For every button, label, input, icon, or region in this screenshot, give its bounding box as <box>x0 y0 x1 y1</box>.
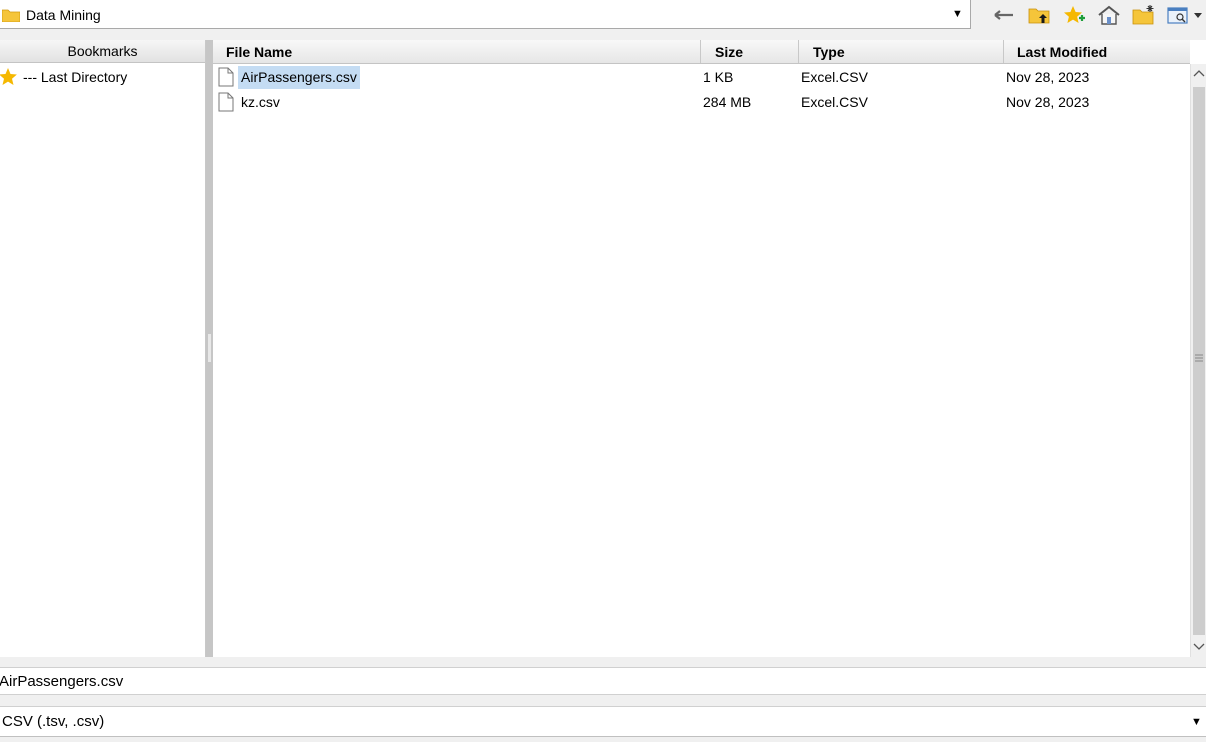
dropdown-arrow-icon[interactable]: ▼ <box>1191 716 1202 728</box>
file-size-cell: 1 KB <box>703 69 734 85</box>
table-row[interactable]: kz.csv 284 MB Excel.CSV Nov 28, 2023 <box>213 90 1190 115</box>
parent-folder-icon[interactable] <box>1027 4 1051 26</box>
file-name-cell[interactable]: kz.csv <box>238 90 283 115</box>
star-icon <box>0 68 17 85</box>
folder-icon <box>2 9 20 22</box>
file-name-cell[interactable]: AirPassengers.csv <box>238 66 360 89</box>
scroll-thumb[interactable] <box>1193 87 1205 635</box>
filetype-selected: CSV (.tsv, .csv) <box>2 713 105 730</box>
file-list-pane: File Name Size Type Last Modified AirPas… <box>213 40 1206 657</box>
scroll-down-icon[interactable] <box>1191 637 1206 657</box>
splitter-grip[interactable] <box>208 334 211 362</box>
column-header-file-name[interactable]: File Name <box>213 40 701 63</box>
bookmark-last-directory[interactable]: --- Last Directory <box>23 67 127 87</box>
file-icon <box>218 92 234 112</box>
table-row[interactable]: AirPassengers.csv 1 KB Excel.CSV Nov 28,… <box>213 65 1190 90</box>
dropdown-arrow-icon[interactable]: ▼ <box>952 8 963 20</box>
view-options-icon[interactable] <box>1166 4 1206 26</box>
file-type-cell: Excel.CSV <box>801 69 868 85</box>
file-icon <box>218 67 234 87</box>
path-combo[interactable]: Data Mining ▼ <box>0 0 971 29</box>
add-bookmark-icon[interactable] <box>1062 4 1086 26</box>
filename-input[interactable]: AirPassengers.csv <box>0 667 1206 695</box>
file-modified-cell: Nov 28, 2023 <box>1006 94 1090 110</box>
file-size-cell: 284 MB <box>703 94 752 110</box>
file-type-cell: Excel.CSV <box>801 94 868 110</box>
bookmarks-header: Bookmarks <box>0 40 205 63</box>
new-folder-icon[interactable] <box>1132 4 1156 26</box>
bookmarks-pane: Bookmarks --- Last Directory <box>0 40 206 657</box>
path-label: Data Mining <box>26 7 101 23</box>
vertical-scrollbar[interactable] <box>1190 64 1206 657</box>
scroll-up-icon[interactable] <box>1191 64 1206 84</box>
thumb-grip-icon <box>1195 354 1203 362</box>
file-modified-cell: Nov 28, 2023 <box>1006 69 1090 85</box>
table-header: File Name Size Type Last Modified <box>213 40 1190 64</box>
home-icon[interactable] <box>1097 4 1121 26</box>
column-header-last-modified[interactable]: Last Modified <box>1004 40 1190 63</box>
column-header-size[interactable]: Size <box>701 40 799 63</box>
back-arrow-icon[interactable] <box>992 4 1016 26</box>
filetype-select[interactable]: CSV (.tsv, .csv) ▼ <box>0 706 1206 737</box>
column-header-type[interactable]: Type <box>799 40 1004 63</box>
